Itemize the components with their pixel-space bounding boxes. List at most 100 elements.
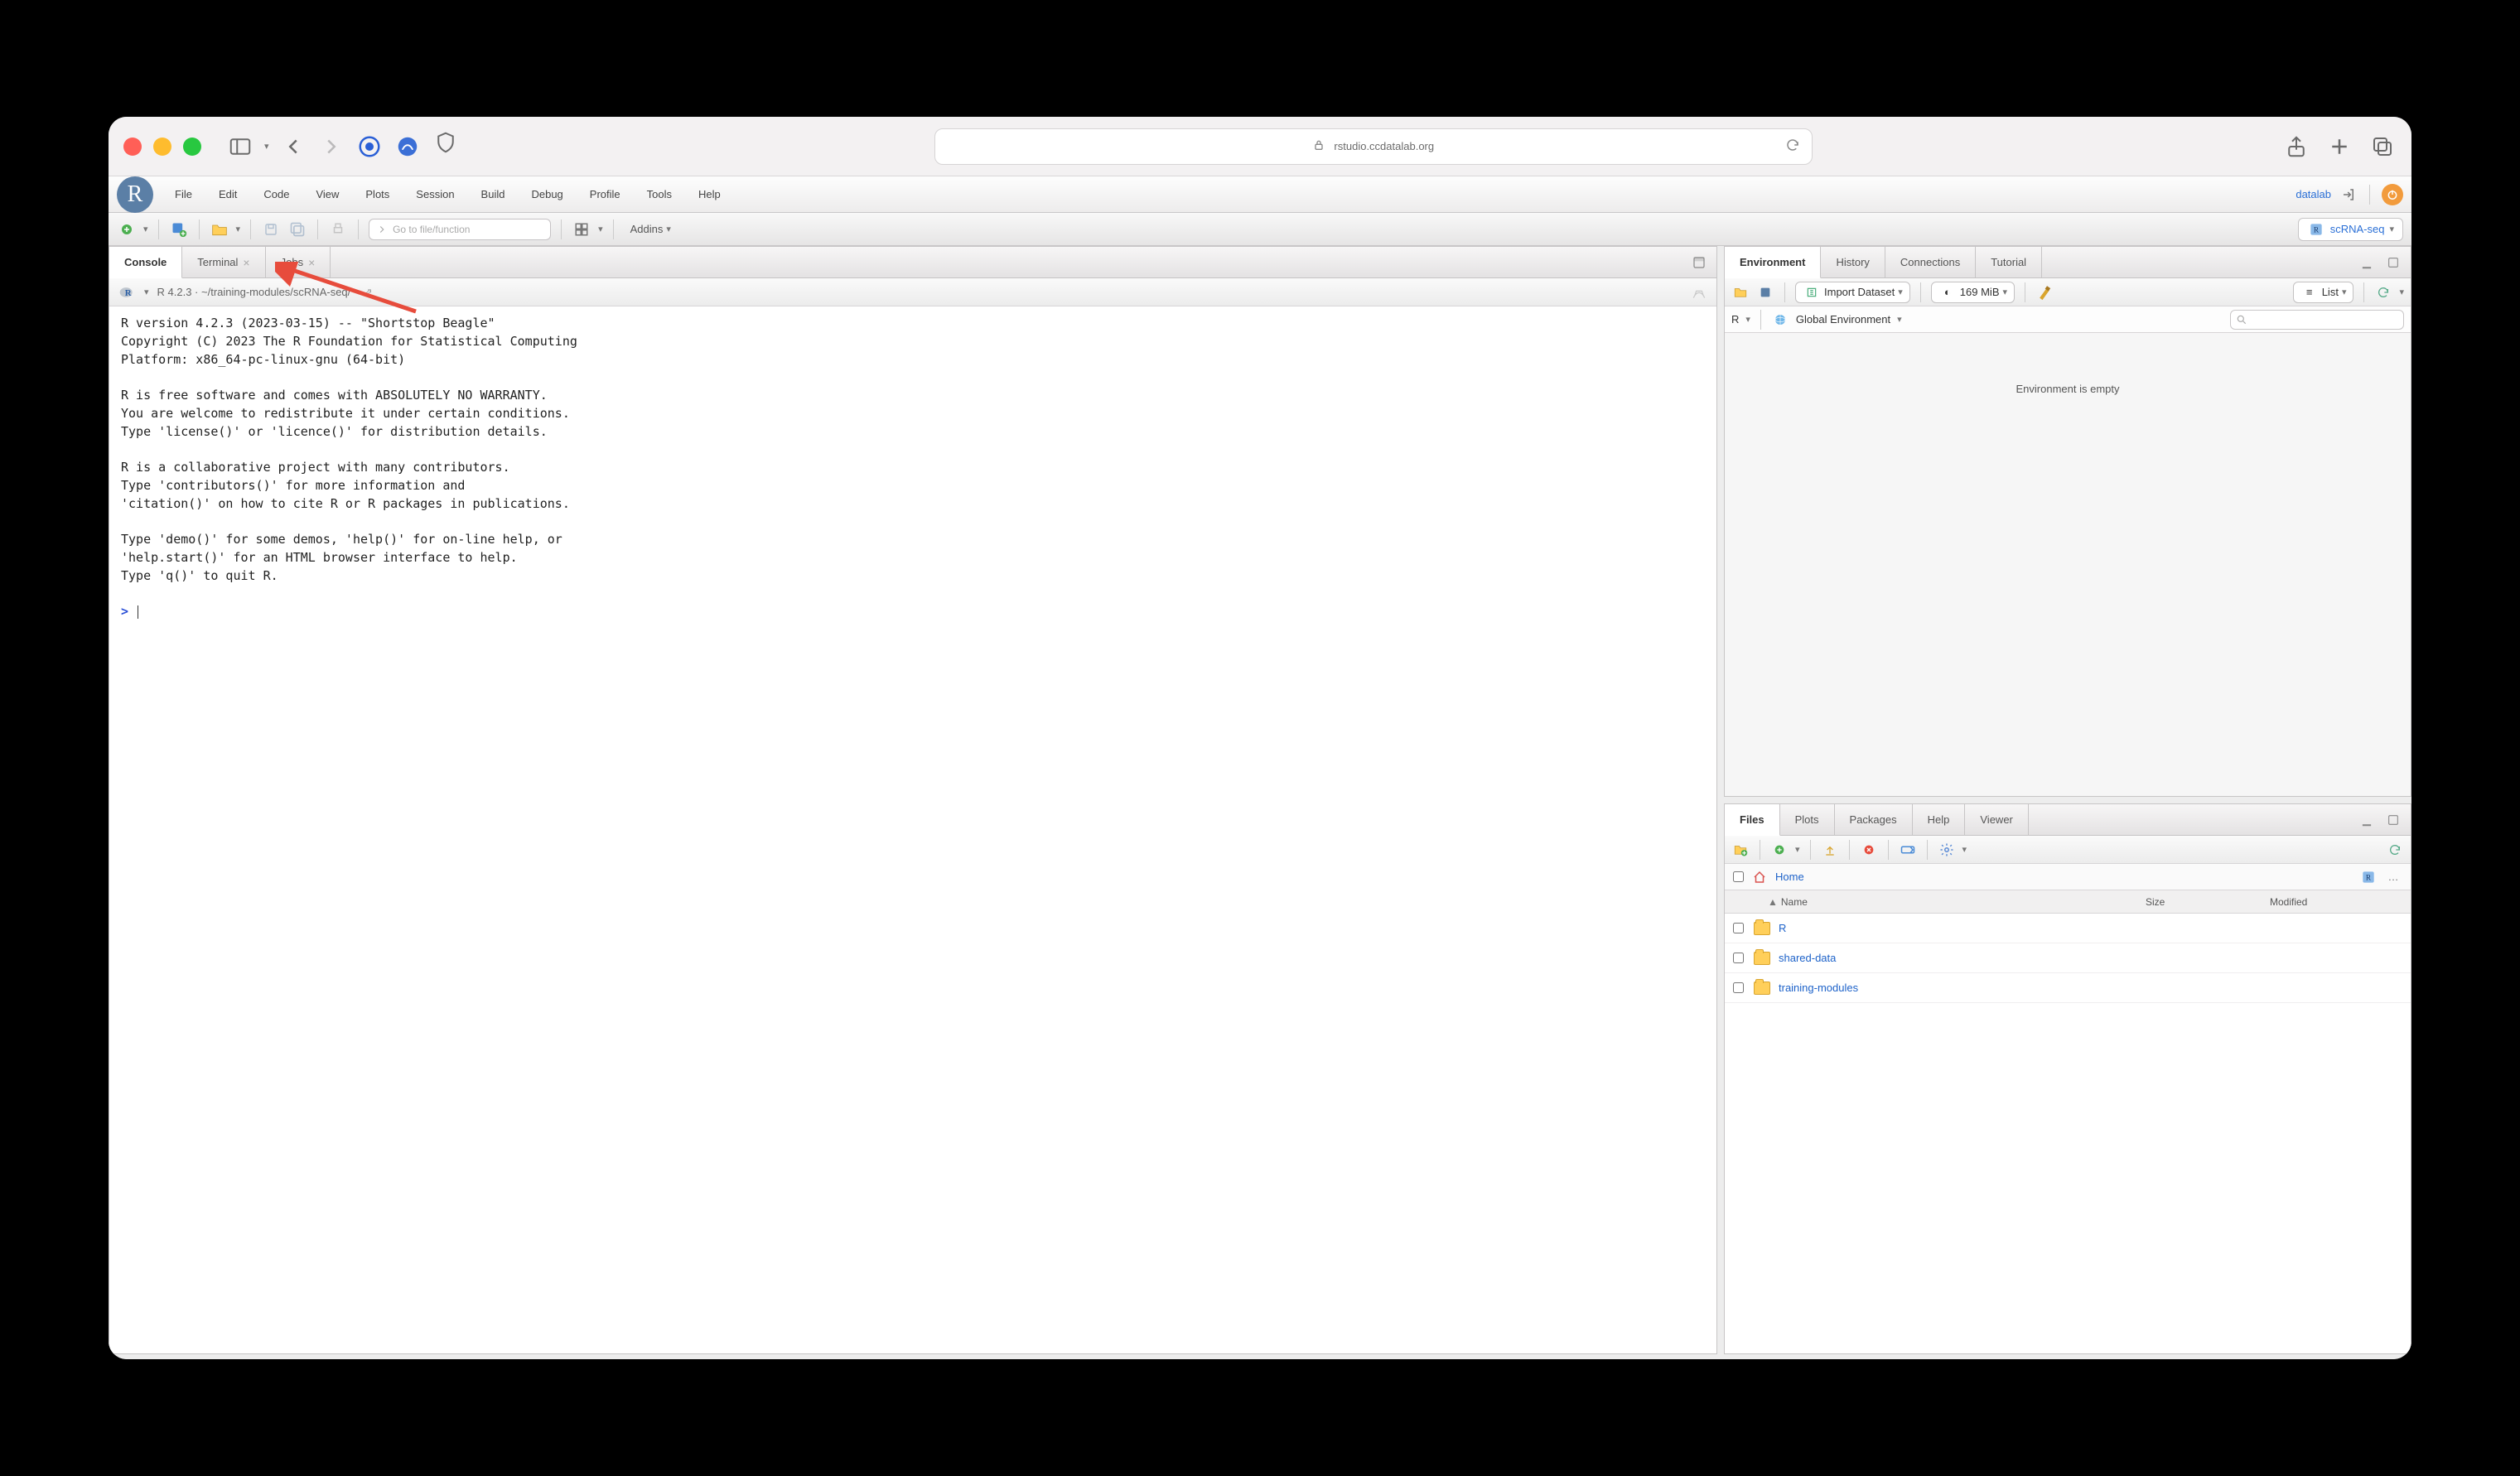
upload-icon[interactable]: [1821, 841, 1839, 859]
tab-history[interactable]: History: [1821, 247, 1885, 277]
clear-console-icon[interactable]: [1690, 283, 1708, 301]
memory-usage[interactable]: ◐ 169 MiB▾: [1931, 282, 2015, 303]
gear-icon[interactable]: [1938, 841, 1956, 859]
save-workspace-icon[interactable]: [1756, 283, 1774, 301]
save-icon[interactable]: [261, 219, 281, 239]
tab-tutorial[interactable]: Tutorial: [1976, 247, 2042, 277]
extension-icon[interactable]: [355, 133, 384, 161]
tab-environment[interactable]: Environment: [1725, 247, 1821, 278]
extension-icon-2[interactable]: [393, 133, 422, 161]
row-checkbox[interactable]: [1733, 923, 1744, 933]
menu-view[interactable]: View: [304, 183, 350, 205]
file-name[interactable]: R: [1779, 922, 1786, 934]
minimize-window-button[interactable]: [153, 137, 171, 156]
tab-packages[interactable]: Packages: [1835, 804, 1913, 835]
menu-plots[interactable]: Plots: [354, 183, 401, 205]
chevron-down-icon[interactable]: ▾: [236, 224, 241, 234]
file-name[interactable]: shared-data: [1779, 952, 1836, 964]
env-search-input[interactable]: [2230, 310, 2404, 330]
refresh-icon[interactable]: [1785, 137, 1800, 155]
close-icon[interactable]: ×: [308, 256, 315, 269]
new-folder-icon[interactable]: [1731, 841, 1750, 859]
maximize-pane-icon[interactable]: [1690, 253, 1708, 272]
rename-icon[interactable]: [1899, 841, 1917, 859]
rstudio-logo: R: [117, 176, 153, 213]
file-row[interactable]: training-modules: [1725, 973, 2411, 1003]
file-name[interactable]: training-modules: [1779, 982, 1858, 994]
clear-env-icon[interactable]: [2035, 283, 2054, 301]
menu-profile[interactable]: Profile: [578, 183, 632, 205]
forward-button[interactable]: [317, 133, 345, 161]
console-output[interactable]: R version 4.2.3 (2023-03-15) -- "Shortst…: [109, 306, 1716, 1353]
shield-icon[interactable]: [432, 128, 460, 157]
tab-viewer[interactable]: Viewer: [1965, 804, 2029, 835]
chevron-down-icon[interactable]: ▾: [143, 224, 148, 234]
new-project-icon[interactable]: [169, 219, 189, 239]
load-workspace-icon[interactable]: [1731, 283, 1750, 301]
refresh-files-icon[interactable]: [2386, 841, 2404, 859]
tab-jobs[interactable]: Jobs×: [266, 247, 331, 277]
tab-terminal[interactable]: Terminal×: [182, 247, 265, 277]
tab-console[interactable]: Console: [109, 247, 182, 278]
share-icon[interactable]: [2282, 133, 2310, 161]
logout-icon[interactable]: [2339, 186, 2358, 204]
home-icon[interactable]: [1750, 868, 1769, 886]
close-icon[interactable]: ×: [243, 256, 249, 269]
env-scope[interactable]: Global Environment: [1796, 313, 1890, 326]
file-row[interactable]: R: [1725, 914, 2411, 943]
env-lang[interactable]: R: [1731, 313, 1739, 326]
fullscreen-window-button[interactable]: [183, 137, 201, 156]
import-dataset-menu[interactable]: Import Dataset▾: [1795, 282, 1910, 303]
menu-file[interactable]: File: [163, 183, 204, 205]
chevron-down-icon[interactable]: ▾: [598, 224, 603, 234]
row-checkbox[interactable]: [1733, 982, 1744, 993]
menu-edit[interactable]: Edit: [207, 183, 249, 205]
pane-grid-icon[interactable]: [572, 219, 591, 239]
open-file-icon[interactable]: [210, 219, 229, 239]
tab-files[interactable]: Files: [1725, 804, 1780, 836]
r-project-icon[interactable]: R: [2359, 868, 2378, 886]
address-bar[interactable]: rstudio.ccdatalab.org: [934, 128, 1813, 165]
maximize-pane-icon[interactable]: [2384, 253, 2402, 272]
col-modified[interactable]: Modified: [2270, 896, 2411, 908]
back-button[interactable]: [279, 133, 307, 161]
env-view-mode[interactable]: ≡ List▾: [2293, 282, 2354, 303]
save-all-icon[interactable]: [287, 219, 307, 239]
print-icon[interactable]: [328, 219, 348, 239]
menu-help[interactable]: Help: [687, 183, 732, 205]
new-file-icon[interactable]: [117, 219, 137, 239]
col-name[interactable]: ▲Name: [1725, 896, 2146, 908]
menu-tools[interactable]: Tools: [635, 183, 683, 205]
delete-icon[interactable]: [1860, 841, 1878, 859]
file-row[interactable]: shared-data: [1725, 943, 2411, 973]
tab-connections[interactable]: Connections: [1885, 247, 1976, 277]
chevron-down-icon[interactable]: ▾: [264, 141, 269, 152]
tab-help-pane[interactable]: Help: [1913, 804, 1966, 835]
breadcrumb-home[interactable]: Home: [1775, 871, 1804, 883]
r-lang-icon[interactable]: R: [118, 283, 136, 301]
minimize-pane-icon[interactable]: ▁: [2358, 253, 2376, 272]
menu-debug[interactable]: Debug: [519, 183, 574, 205]
quit-session-button[interactable]: [2382, 184, 2403, 205]
close-window-button[interactable]: [123, 137, 142, 156]
row-checkbox[interactable]: [1733, 953, 1744, 963]
tab-plots-pane[interactable]: Plots: [1780, 804, 1835, 835]
col-size[interactable]: Size: [2146, 896, 2270, 908]
goto-file-input[interactable]: Go to file/function: [369, 219, 551, 240]
addins-menu[interactable]: Addins▾: [624, 223, 678, 235]
new-tab-icon[interactable]: [2325, 133, 2353, 161]
project-selector[interactable]: R scRNA-seq ▾: [2298, 218, 2403, 241]
maximize-pane-icon[interactable]: [2384, 811, 2402, 829]
minimize-pane-icon[interactable]: ▁: [2358, 811, 2376, 829]
refresh-env-icon[interactable]: [2374, 283, 2392, 301]
user-label[interactable]: datalab: [2296, 188, 2331, 200]
menu-code[interactable]: Code: [252, 183, 301, 205]
more-icon[interactable]: …: [2384, 868, 2402, 886]
select-all-checkbox[interactable]: [1733, 871, 1744, 882]
sidebar-toggle-icon[interactable]: [226, 133, 254, 161]
open-folder-icon[interactable]: ⇗: [359, 283, 377, 301]
menu-session[interactable]: Session: [404, 183, 466, 205]
menu-build[interactable]: Build: [470, 183, 517, 205]
tabs-overview-icon[interactable]: [2368, 133, 2397, 161]
new-blank-file-icon[interactable]: [1770, 841, 1789, 859]
